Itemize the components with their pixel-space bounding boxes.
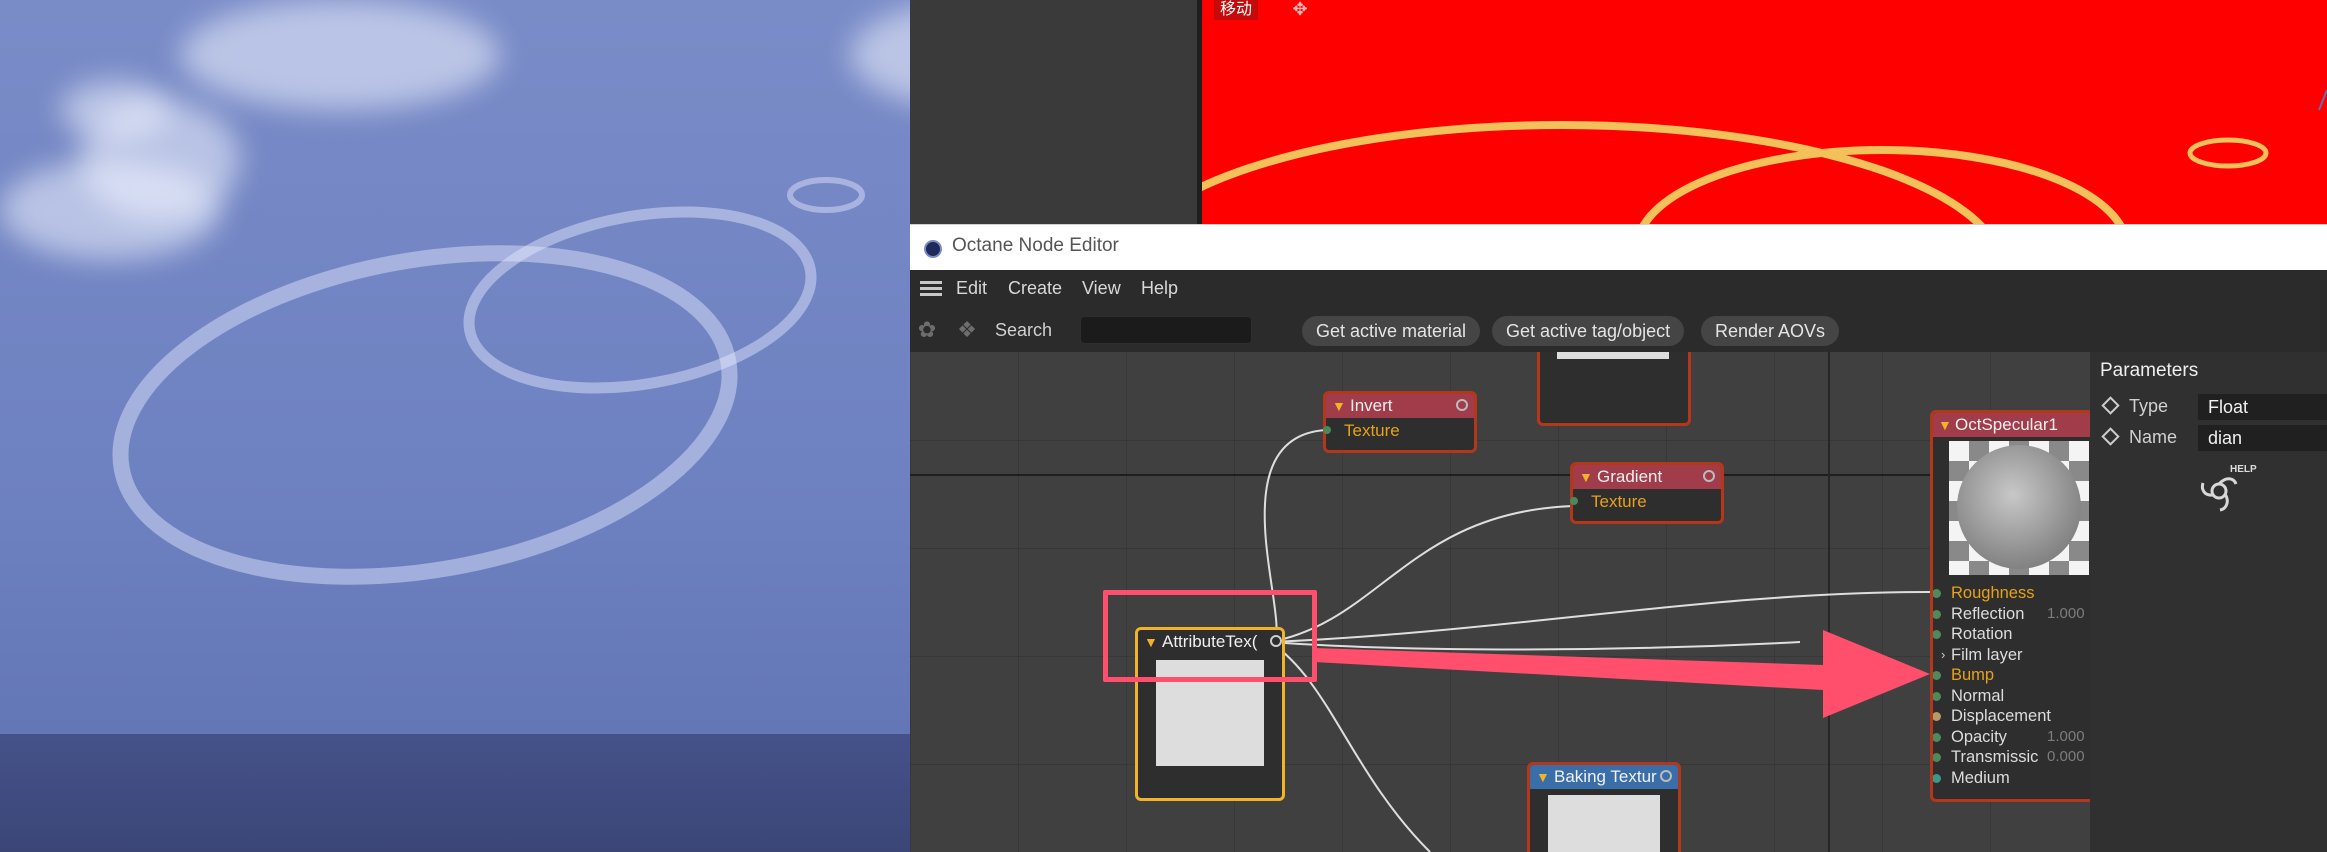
pin-bump[interactable]: Bump bbox=[1933, 665, 2090, 686]
pin-normal[interactable]: Normal bbox=[1933, 686, 2090, 707]
pin-label: Rotation bbox=[1951, 625, 2013, 643]
param-label: Name bbox=[2129, 427, 2178, 447]
node-title: Baking Textur bbox=[1554, 767, 1657, 786]
node-title: Invert bbox=[1350, 396, 1393, 415]
annotation-highlight-box bbox=[1103, 590, 1317, 682]
pin-label: Transmissic bbox=[1951, 748, 2039, 766]
ring-decals-red bbox=[1202, 89, 2327, 226]
render-viewport: 移动 ✥ bbox=[1202, 0, 2327, 226]
node-title: OctSpecular1 bbox=[1955, 415, 2058, 434]
hamburger-menu-icon[interactable] bbox=[920, 281, 942, 297]
ground-plane bbox=[0, 734, 910, 852]
node-preview bbox=[1548, 795, 1660, 852]
texture-input-pin[interactable]: Texture bbox=[1323, 418, 1474, 444]
input-port[interactable] bbox=[1933, 732, 1941, 742]
search-label: Search bbox=[995, 320, 1053, 340]
pin-label: Film layer bbox=[1951, 645, 2023, 664]
input-port[interactable] bbox=[1323, 426, 1331, 434]
menu-bar: Edit Create View Help bbox=[910, 270, 2327, 308]
invert-node[interactable]: ▼ Invert Texture bbox=[1323, 391, 1477, 453]
gradient-node[interactable]: ▼ Gradient Texture bbox=[1570, 462, 1724, 524]
pin-label: Normal bbox=[1951, 686, 2005, 705]
pin-rotation[interactable]: Rotation bbox=[1933, 624, 2090, 645]
input-port[interactable] bbox=[1933, 671, 1941, 680]
oct-specular-node[interactable]: ▼ OctSpecular1 Roughness Reflection 1.000… bbox=[1930, 410, 2090, 802]
pin-list: Roughness Reflection 1.000 Rotation › Film… bbox=[1933, 583, 2090, 788]
input-port[interactable] bbox=[1933, 691, 1941, 701]
pin-displacement[interactable]: Displacement bbox=[1933, 706, 2090, 727]
input-port[interactable] bbox=[1933, 609, 1941, 619]
title-bar[interactable]: Octane Node Editor bbox=[910, 224, 2327, 271]
window-title: Octane Node Editor bbox=[952, 235, 1119, 256]
material-preview bbox=[1949, 441, 2089, 575]
input-port[interactable] bbox=[1933, 630, 1941, 639]
input-port[interactable] bbox=[1933, 773, 1941, 783]
input-port[interactable] bbox=[1933, 753, 1941, 762]
get-active-tag-button[interactable]: Get active tag/object bbox=[1492, 316, 1685, 346]
output-port[interactable] bbox=[1660, 770, 1672, 782]
keyframe-diamond-icon[interactable] bbox=[2101, 427, 2120, 446]
pin-label: Texture bbox=[1344, 421, 1400, 440]
toolbar: ✿ ❖ Search Get active material Get activ… bbox=[910, 308, 2327, 353]
sky-viewport bbox=[0, 0, 910, 852]
pin-transmission[interactable]: Transmissic 0.000 bbox=[1933, 747, 2090, 768]
input-port[interactable] bbox=[1570, 497, 1578, 505]
collapse-triangle-icon[interactable]: ▼ bbox=[1938, 413, 1952, 437]
node-header[interactable]: ▼ OctSpecular1 bbox=[1933, 413, 2090, 437]
name-field[interactable]: dian bbox=[2198, 425, 2327, 451]
collapse-triangle-icon[interactable]: ▼ bbox=[1579, 465, 1593, 489]
menu-edit[interactable]: Edit bbox=[956, 278, 987, 299]
tag-tool-icon[interactable]: ❖ bbox=[954, 318, 980, 342]
pin-label: Bump bbox=[1951, 666, 1995, 684]
app-icon bbox=[924, 240, 942, 258]
node-header[interactable]: ▼ Baking Textur bbox=[1530, 765, 1678, 789]
pin-reflection[interactable]: Reflection 1.000 bbox=[1933, 604, 2090, 625]
pin-label: Texture bbox=[1591, 492, 1647, 511]
output-port[interactable] bbox=[1456, 399, 1468, 411]
pin-roughness[interactable]: Roughness bbox=[1933, 583, 2090, 604]
param-type-row: Type Float bbox=[2100, 394, 2327, 420]
collapse-triangle-icon[interactable]: ▼ bbox=[1536, 765, 1550, 789]
pin-medium[interactable]: Medium bbox=[1933, 768, 2090, 789]
search-input[interactable] bbox=[1080, 316, 1252, 344]
menu-view[interactable]: View bbox=[1082, 278, 1121, 299]
texture-input-pin[interactable]: Texture bbox=[1570, 489, 1721, 515]
get-active-material-button[interactable]: Get active material bbox=[1302, 316, 1481, 346]
input-port[interactable] bbox=[1933, 589, 1941, 598]
parameters-title: Parameters bbox=[2100, 360, 2199, 381]
menu-create[interactable]: Create bbox=[1008, 278, 1062, 299]
node-preview bbox=[1557, 352, 1669, 359]
output-port[interactable] bbox=[1703, 470, 1715, 482]
preview-node-top[interactable] bbox=[1537, 352, 1691, 426]
input-port[interactable] bbox=[1933, 712, 1941, 721]
node-header[interactable]: ▼ Gradient bbox=[1573, 465, 1721, 489]
node-title: Gradient bbox=[1597, 467, 1663, 486]
param-name-row: Name dian bbox=[2100, 425, 2327, 451]
node-header[interactable]: ▼ Invert bbox=[1326, 394, 1474, 418]
param-label: Type bbox=[2129, 396, 2169, 416]
pin-label: Opacity bbox=[1951, 727, 2007, 746]
pin-value: 1.000 bbox=[2047, 727, 2085, 745]
type-dropdown[interactable]: Float bbox=[2198, 394, 2327, 420]
pin-value: 1.000 bbox=[2047, 604, 2085, 622]
keyframe-diamond-icon[interactable] bbox=[2101, 396, 2120, 415]
pin-label: Medium bbox=[1951, 768, 2010, 787]
render-aovs-button[interactable]: Render AOVs bbox=[1701, 316, 1840, 346]
help-label[interactable]: HELP bbox=[2230, 464, 2257, 475]
pin-film-layer[interactable]: › Film layer bbox=[1933, 645, 2090, 666]
material-tool-icon[interactable]: ✿ bbox=[914, 318, 940, 342]
node-canvas[interactable]: ▼ Invert Texture ▼ Gradient Texture ▼ At… bbox=[910, 352, 2090, 852]
pin-opacity[interactable]: Opacity 1.000 bbox=[1933, 727, 2090, 748]
baking-texture-node[interactable]: ▼ Baking Textur bbox=[1527, 762, 1681, 852]
collapse-triangle-icon[interactable]: ▼ bbox=[1332, 394, 1346, 418]
ring-decals bbox=[112, 177, 865, 585]
pin-label: Reflection bbox=[1951, 604, 2025, 623]
node-wires bbox=[1263, 429, 1931, 852]
pin-label: Roughness bbox=[1951, 584, 2035, 602]
parameters-panel: Parameters Type Float Name dian HELP bbox=[2090, 352, 2327, 852]
pin-value: 0.000 bbox=[2047, 748, 2085, 765]
menu-help[interactable]: Help bbox=[1141, 278, 1178, 299]
chevron-right-icon[interactable]: › bbox=[1941, 645, 1945, 666]
pin-label: Displacement bbox=[1951, 707, 2051, 725]
